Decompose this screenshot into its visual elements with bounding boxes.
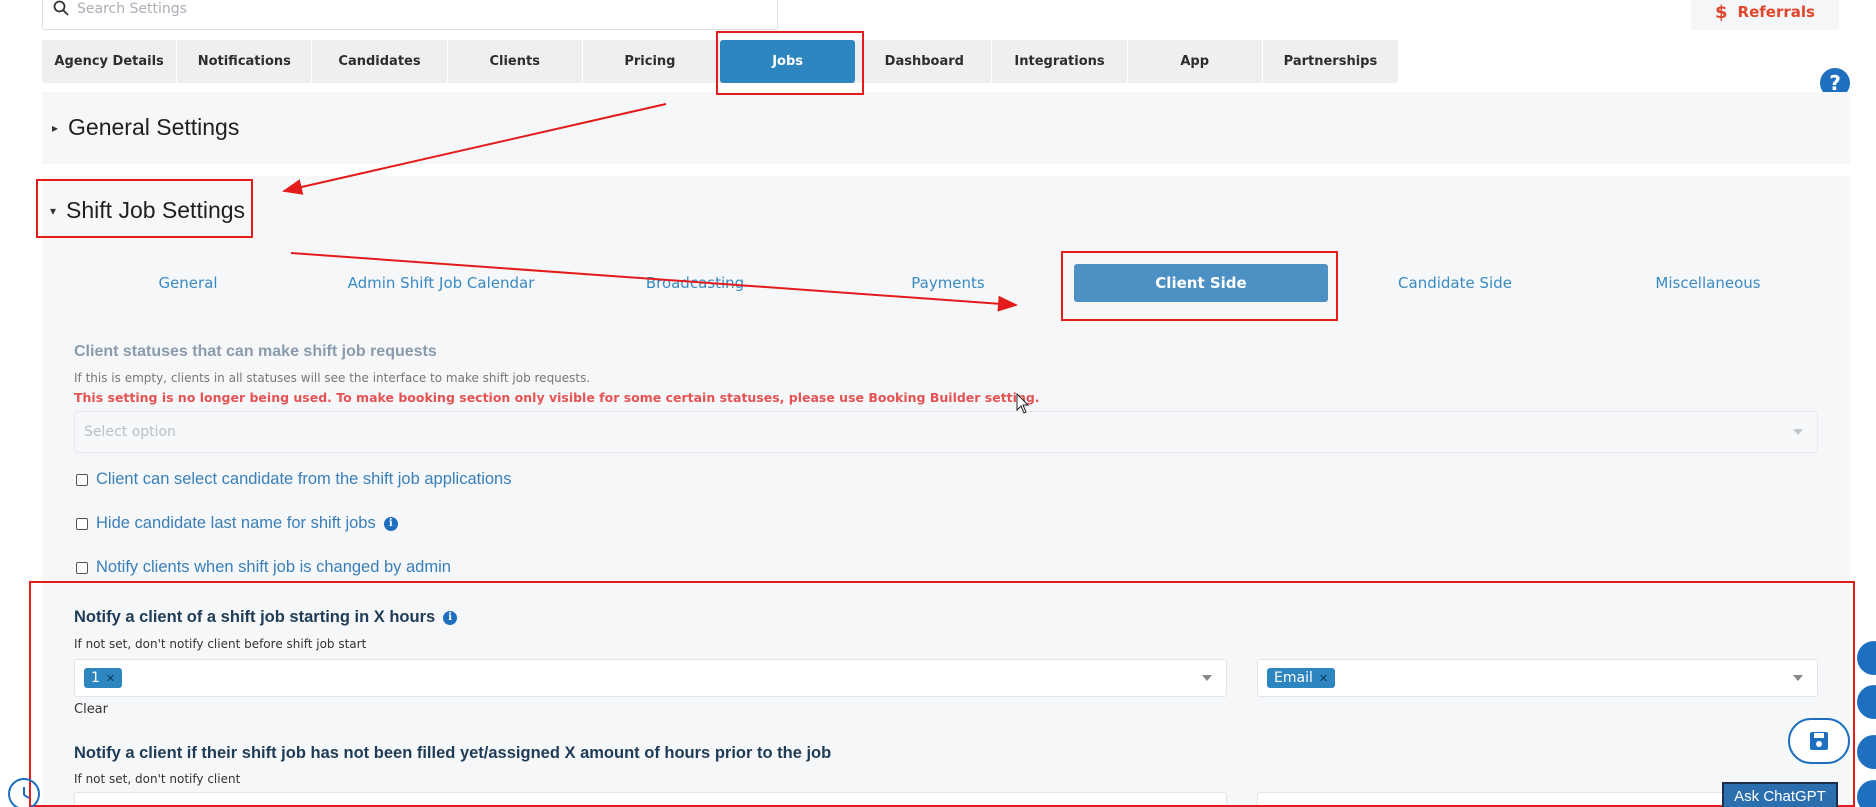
ask-chatgpt-button[interactable]: Ask ChatGPT [1722, 782, 1838, 807]
save-icon [1810, 732, 1828, 750]
history-icon[interactable] [8, 778, 40, 807]
arrow-to-shift-settings [282, 103, 667, 195]
save-button[interactable] [1788, 718, 1850, 764]
annotation-arrows [282, 103, 1018, 312]
arrow-to-client-side [290, 252, 1018, 312]
mouse-cursor-icon [1016, 393, 1030, 414]
